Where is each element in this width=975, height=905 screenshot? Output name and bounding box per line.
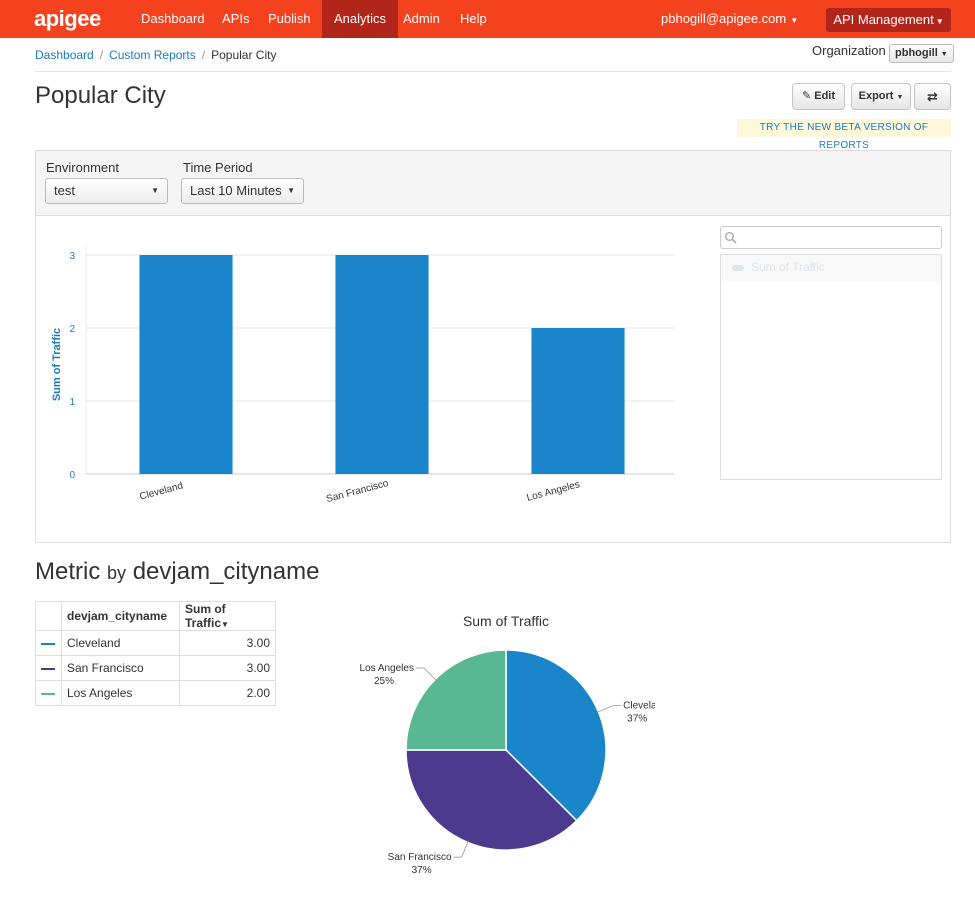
page-title: Popular City bbox=[35, 82, 166, 109]
breadcrumb-dashboard[interactable]: Dashboard bbox=[35, 48, 94, 62]
pie-slice-label: San Francisco bbox=[388, 852, 452, 863]
nav-admin[interactable]: Admin bbox=[403, 0, 440, 38]
row-city: Los Angeles bbox=[61, 680, 180, 706]
legend-item[interactable]: Sum of Traffic bbox=[721, 255, 941, 281]
table-row[interactable]: San Francisco 3.00 bbox=[35, 655, 276, 681]
chevron-down-icon: ▼ bbox=[935, 17, 944, 26]
table-header-color bbox=[35, 601, 62, 631]
bar bbox=[139, 255, 233, 474]
bar-chart: 0 1 2 3 Sum of Traffic Cleveland San Francisco… bbox=[51, 245, 674, 505]
row-traffic: 2.00 bbox=[179, 680, 276, 706]
breadcrumb-custom-reports[interactable]: Custom Reports bbox=[109, 48, 196, 62]
row-color bbox=[35, 680, 62, 706]
section-title-by: by bbox=[107, 563, 127, 583]
user-menu[interactable]: pbhogill@apigee.com ▼ bbox=[661, 0, 798, 40]
filter-bar: Environment test ▼ Time Period Last 10 M… bbox=[36, 151, 950, 216]
pie-slice-percent: 25% bbox=[374, 676, 394, 687]
product-label: API Management bbox=[833, 12, 934, 27]
beta-reports-link[interactable]: TRY THE NEW BETA VERSION OF REPORTS bbox=[737, 119, 951, 151]
metric-table: devjam_cityname Sum of Traffic▼ Clevelan… bbox=[35, 601, 276, 706]
time-period-label: Time Period bbox=[183, 160, 253, 175]
time-period-select[interactable]: Last 10 Minutes ▼ bbox=[181, 178, 304, 204]
y-tick-label: 3 bbox=[69, 251, 75, 262]
y-tick-label: 1 bbox=[69, 397, 75, 408]
y-axis-label: Sum of Traffic bbox=[51, 328, 63, 401]
row-traffic: 3.00 bbox=[179, 630, 276, 656]
section-title-dimension: devjam_cityname bbox=[132, 558, 320, 585]
table-row[interactable]: Cleveland 3.00 bbox=[35, 630, 276, 656]
nav-publish[interactable]: Publish bbox=[268, 0, 311, 38]
row-city: Cleveland bbox=[61, 630, 180, 656]
user-email: pbhogill@apigee.com bbox=[661, 11, 787, 26]
environment-value: test bbox=[54, 183, 75, 198]
export-button[interactable]: Export ▼ bbox=[851, 83, 911, 110]
pie-slice-label: Los Angeles bbox=[359, 663, 414, 674]
y-tick-label: 0 bbox=[69, 470, 75, 481]
nav-dashboard[interactable]: Dashboard bbox=[141, 0, 205, 38]
refresh-button[interactable]: ⇄ bbox=[914, 83, 951, 110]
nav-help[interactable]: Help bbox=[460, 0, 487, 38]
pie-slice-label: Cleveland bbox=[623, 701, 655, 712]
table-header-city[interactable]: devjam_cityname bbox=[61, 601, 180, 631]
series-color-line bbox=[41, 692, 55, 695]
search-icon bbox=[725, 232, 737, 244]
series-color-line bbox=[41, 667, 55, 670]
chevron-down-icon: ▼ bbox=[940, 51, 948, 58]
x-tick-label: San Francisco bbox=[325, 478, 390, 505]
x-tick-label: Cleveland bbox=[138, 481, 184, 503]
swap-icon: ⇄ bbox=[927, 89, 938, 104]
pie-chart: Sum of Traffic Cleveland 37% San Francisco 3… bbox=[359, 613, 655, 876]
edit-label: Edit bbox=[814, 90, 836, 102]
pie-title: Sum of Traffic bbox=[463, 613, 549, 629]
chevron-down-icon: ▼ bbox=[790, 16, 799, 25]
y-tick-label: 2 bbox=[69, 324, 75, 335]
pie-leader-line bbox=[596, 705, 622, 713]
row-color bbox=[35, 630, 62, 656]
chevron-down-icon: ▼ bbox=[287, 186, 295, 195]
bar bbox=[531, 328, 625, 474]
divider bbox=[35, 71, 951, 72]
pie-slice-percent: 37% bbox=[627, 714, 647, 725]
legend-list: Sum of Traffic bbox=[720, 254, 942, 480]
organization-label: Organization bbox=[812, 43, 886, 58]
pencil-icon: ✎ bbox=[801, 90, 812, 102]
row-color bbox=[35, 655, 62, 681]
legend-swatch bbox=[732, 265, 744, 271]
section-title-metric: Metric bbox=[35, 558, 101, 585]
environment-label: Environment bbox=[46, 160, 119, 175]
time-period-value: Last 10 Minutes bbox=[190, 183, 282, 198]
row-city: San Francisco bbox=[61, 655, 180, 681]
organization-select[interactable]: pbhogill ▼ bbox=[889, 44, 954, 63]
export-label: Export bbox=[858, 90, 894, 102]
pie-leader-line bbox=[453, 840, 469, 858]
legend-item-label: Sum of Traffic bbox=[751, 260, 825, 274]
nav-apis[interactable]: APIs bbox=[222, 0, 249, 38]
row-traffic: 3.00 bbox=[179, 655, 276, 681]
pie-slice bbox=[405, 649, 507, 751]
section-title: Metric by devjam_cityname bbox=[35, 558, 319, 586]
product-switcher-button[interactable]: API Management ▼ bbox=[826, 8, 951, 32]
legend-search-input[interactable] bbox=[720, 226, 942, 249]
chevron-down-icon: ▼ bbox=[896, 94, 904, 101]
nav-analytics[interactable]: Analytics bbox=[322, 0, 399, 38]
sort-down-icon: ▼ bbox=[221, 620, 229, 629]
table-header-traffic[interactable]: Sum of Traffic▼ bbox=[179, 601, 276, 631]
table-row[interactable]: Los Angeles 2.00 bbox=[35, 680, 276, 706]
x-tick-label: Los Angeles bbox=[526, 479, 581, 504]
top-navbar: apigee Dashboard APIs Publish Analytics … bbox=[0, 0, 975, 38]
report-panel: Environment test ▼ Time Period Last 10 M… bbox=[35, 150, 951, 543]
breadcrumb: Dashboard / Custom Reports / Popular City bbox=[35, 48, 277, 62]
apigee-logo[interactable]: apigee bbox=[34, 6, 101, 32]
organization-value: pbhogill bbox=[895, 47, 938, 59]
pie-leader-line bbox=[415, 667, 437, 681]
table-header-traffic-label: Sum of Traffic bbox=[185, 602, 226, 630]
pie-slice-percent: 37% bbox=[412, 865, 432, 876]
bar bbox=[335, 255, 429, 474]
environment-select[interactable]: test ▼ bbox=[45, 178, 168, 204]
chevron-down-icon: ▼ bbox=[151, 186, 159, 195]
edit-button[interactable]: ✎ Edit bbox=[792, 83, 845, 110]
table-header-row: devjam_cityname Sum of Traffic▼ bbox=[35, 601, 276, 631]
breadcrumb-current: Popular City bbox=[211, 48, 277, 62]
series-color-line bbox=[41, 642, 55, 645]
